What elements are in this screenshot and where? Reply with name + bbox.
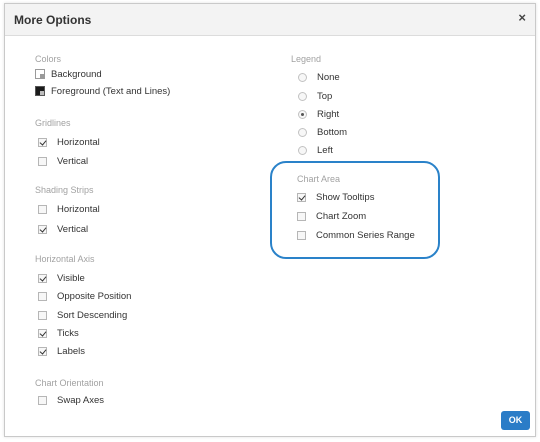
- shading-vertical-label: Vertical: [57, 223, 89, 235]
- legend-option-top[interactable]: Top: [298, 89, 332, 103]
- axis-ticks-checkbox[interactable]: [38, 328, 47, 338]
- chart-area-section-title: Chart Area: [297, 174, 341, 184]
- common-series-range-option[interactable]: Common Series Range: [297, 228, 415, 242]
- gridlines-vertical-label: Vertical: [57, 155, 89, 167]
- swap-axes-option[interactable]: Swap Axes: [38, 393, 104, 407]
- shading-strips-section-title: Shading Strips: [35, 185, 94, 195]
- ok-button[interactable]: OK: [501, 411, 530, 430]
- legend-top-label: Top: [317, 90, 333, 102]
- chart-zoom-option[interactable]: Chart Zoom: [297, 209, 366, 223]
- axis-sort-descending-checkbox[interactable]: [38, 310, 47, 320]
- gridlines-section-title: Gridlines: [35, 118, 71, 128]
- dialog-title: More Options: [14, 13, 92, 27]
- legend-left-label: Left: [317, 144, 333, 156]
- legend-option-right[interactable]: Right: [298, 107, 339, 121]
- more-options-dialog: More Options × Colors Background Foregro…: [4, 3, 536, 437]
- axis-visible-checkbox[interactable]: [38, 273, 47, 283]
- gridlines-horizontal-checkbox[interactable]: [38, 137, 47, 147]
- axis-ticks-option[interactable]: Ticks: [38, 326, 79, 340]
- legend-right-label: Right: [317, 108, 340, 120]
- shading-vertical-option[interactable]: Vertical: [38, 222, 88, 236]
- legend-left-radio[interactable]: [298, 145, 307, 155]
- close-icon[interactable]: ×: [518, 11, 526, 25]
- legend-top-radio[interactable]: [298, 91, 307, 101]
- legend-option-bottom[interactable]: Bottom: [298, 125, 347, 139]
- background-swatch-icon[interactable]: [35, 69, 45, 79]
- axis-ticks-label: Ticks: [57, 327, 79, 339]
- show-tooltips-option[interactable]: Show Tooltips: [297, 190, 374, 204]
- show-tooltips-label: Show Tooltips: [316, 191, 375, 203]
- common-series-range-label: Common Series Range: [316, 229, 415, 241]
- foreground-color-option[interactable]: Foreground (Text and Lines): [35, 84, 170, 98]
- chart-zoom-checkbox[interactable]: [297, 211, 306, 221]
- axis-opposite-position-label: Opposite Position: [57, 290, 132, 302]
- axis-labels-checkbox[interactable]: [38, 346, 47, 356]
- background-color-option[interactable]: Background: [35, 67, 102, 81]
- axis-opposite-position-option[interactable]: Opposite Position: [38, 289, 131, 303]
- legend-option-none[interactable]: None: [298, 70, 340, 84]
- swap-axes-checkbox[interactable]: [38, 395, 47, 405]
- axis-sort-descending-option[interactable]: Sort Descending: [38, 308, 127, 322]
- chart-orientation-section-title: Chart Orientation: [35, 378, 104, 388]
- shading-horizontal-option[interactable]: Horizontal: [38, 202, 100, 216]
- gridlines-horizontal-option[interactable]: Horizontal: [38, 135, 100, 149]
- shading-horizontal-label: Horizontal: [57, 203, 100, 215]
- axis-labels-option[interactable]: Labels: [38, 344, 85, 358]
- dialog-titlebar: More Options ×: [5, 4, 535, 36]
- shading-vertical-checkbox[interactable]: [38, 224, 47, 234]
- show-tooltips-checkbox[interactable]: [297, 192, 306, 202]
- legend-bottom-radio[interactable]: [298, 127, 307, 137]
- axis-visible-label: Visible: [57, 272, 85, 284]
- legend-section-title: Legend: [291, 54, 322, 64]
- common-series-range-checkbox[interactable]: [297, 230, 306, 240]
- colors-section-title: Colors: [35, 54, 62, 64]
- horizontal-axis-section-title: Horizontal Axis: [35, 254, 95, 264]
- legend-none-radio[interactable]: [298, 72, 307, 82]
- chart-zoom-label: Chart Zoom: [316, 210, 367, 222]
- background-label: Background: [51, 68, 102, 80]
- shading-horizontal-checkbox[interactable]: [38, 204, 47, 214]
- foreground-swatch-icon[interactable]: [35, 86, 45, 96]
- legend-bottom-label: Bottom: [317, 126, 348, 138]
- gridlines-horizontal-label: Horizontal: [57, 136, 100, 148]
- legend-option-left[interactable]: Left: [298, 143, 333, 157]
- swap-axes-label: Swap Axes: [57, 394, 104, 406]
- foreground-label: Foreground (Text and Lines): [51, 85, 171, 97]
- axis-sort-descending-label: Sort Descending: [57, 309, 128, 321]
- axis-opposite-position-checkbox[interactable]: [38, 291, 47, 301]
- legend-right-radio[interactable]: [298, 109, 307, 119]
- axis-labels-label: Labels: [57, 345, 85, 357]
- gridlines-vertical-checkbox[interactable]: [38, 156, 47, 166]
- legend-none-label: None: [317, 71, 340, 83]
- gridlines-vertical-option[interactable]: Vertical: [38, 154, 88, 168]
- axis-visible-option[interactable]: Visible: [38, 271, 85, 285]
